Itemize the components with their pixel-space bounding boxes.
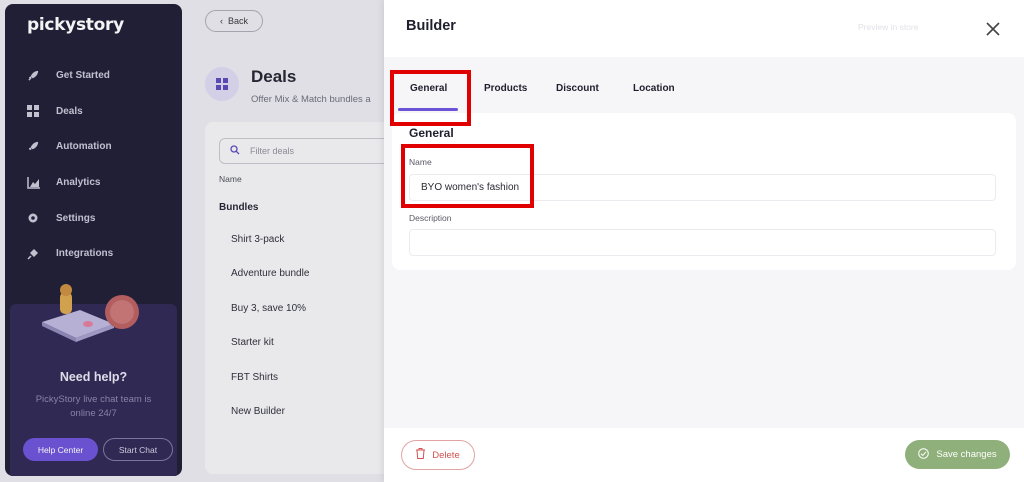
- name-label: Name: [409, 157, 432, 167]
- chart-icon: [26, 176, 40, 190]
- builder-drawer: Builder Preview in store General Product…: [384, 0, 1024, 482]
- sidebar-item-label: Integrations: [56, 248, 114, 260]
- sidebar-item-label: Get Started: [56, 70, 110, 82]
- sidebar-item-label: Automation: [56, 141, 112, 153]
- list-item[interactable]: Shirt 3-pack: [231, 222, 401, 257]
- name-input[interactable]: BYO women's fashion: [409, 174, 996, 201]
- page-subtitle: Offer Mix & Match bundles a: [251, 94, 371, 105]
- back-button[interactable]: ‹ Back: [205, 10, 263, 32]
- start-chat-button[interactable]: Start Chat: [103, 438, 173, 461]
- list-item[interactable]: Starter kit: [231, 326, 401, 361]
- tab-general[interactable]: General: [410, 83, 447, 94]
- sidebar-nav: Get Started Deals Automation Analytics S…: [5, 58, 182, 272]
- check-circle-icon: [918, 447, 930, 462]
- help-center-button[interactable]: Help Center: [23, 438, 98, 461]
- search-icon: [230, 145, 240, 157]
- section-title: General: [409, 126, 454, 140]
- sidebar-item-automation[interactable]: Automation: [5, 129, 182, 165]
- page-title: Deals: [251, 67, 297, 86]
- drawer-title: Builder: [406, 18, 456, 34]
- delete-label: Delete: [432, 449, 460, 461]
- help-panel: Need help? PickyStory live chat team is …: [10, 284, 177, 476]
- sidebar-item-label: Settings: [56, 212, 96, 224]
- list-item[interactable]: Buy 3, save 10%: [231, 291, 401, 326]
- sidebar-item-analytics[interactable]: Analytics: [5, 165, 182, 201]
- tab-products[interactable]: Products: [484, 83, 527, 94]
- rocket-icon: [26, 140, 40, 154]
- tab-discount[interactable]: Discount: [556, 83, 599, 94]
- preview-link[interactable]: Preview in store: [858, 22, 918, 32]
- sidebar-item-integrations[interactable]: Integrations: [5, 236, 182, 272]
- support-illustration: [42, 284, 139, 342]
- deals-list-card: Filter deals Name Bundles Shirt 3-pack A…: [205, 122, 409, 474]
- close-icon[interactable]: [984, 20, 1002, 38]
- column-header-name[interactable]: Name: [219, 174, 242, 184]
- save-changes-button[interactable]: Save changes: [905, 440, 1010, 469]
- help-title: Need help?: [59, 370, 128, 384]
- sidebar-item-get-started[interactable]: Get Started: [5, 58, 182, 94]
- app-logo: pickystory: [27, 15, 124, 35]
- list-item[interactable]: Adventure bundle: [231, 257, 401, 292]
- sidebar-item-settings[interactable]: Settings: [5, 200, 182, 236]
- filter-placeholder: Filter deals: [250, 146, 295, 156]
- sidebar-item-label: Deals: [56, 105, 83, 117]
- general-panel: General Name BYO women's fashion Descrip…: [392, 113, 1016, 270]
- group-header: Bundles: [219, 202, 259, 213]
- drawer-tabs: General Products Discount Location: [384, 70, 1024, 112]
- save-label: Save changes: [936, 449, 997, 460]
- gear-icon: [26, 211, 40, 225]
- deals-page-icon: [205, 67, 239, 101]
- description-label: Description: [409, 213, 452, 223]
- tab-location[interactable]: Location: [633, 83, 675, 94]
- drawer-header: Builder Preview in store: [384, 0, 1024, 57]
- description-input[interactable]: [409, 229, 996, 256]
- list-item[interactable]: FBT Shirts: [231, 360, 401, 395]
- back-label: Back: [227, 16, 248, 26]
- drawer-footer: Delete Save changes: [384, 428, 1024, 482]
- plug-icon: [26, 247, 40, 261]
- deal-list: Shirt 3-pack Adventure bundle Buy 3, sav…: [231, 222, 401, 429]
- sidebar: pickystory Get Started Deals Automation …: [5, 4, 182, 476]
- active-tab-indicator: [398, 108, 458, 111]
- filter-deals-input[interactable]: Filter deals: [219, 138, 409, 164]
- list-item[interactable]: New Builder: [231, 395, 401, 430]
- sidebar-item-label: Analytics: [56, 177, 101, 189]
- delete-button[interactable]: Delete: [401, 440, 475, 470]
- chevron-left-icon: ‹: [219, 16, 223, 26]
- sidebar-item-deals[interactable]: Deals: [5, 94, 182, 130]
- help-text: PickyStory live chat team is online 24/7: [35, 394, 152, 419]
- trash-icon: [416, 448, 426, 462]
- grid-icon: [26, 104, 40, 118]
- rocket-icon: [26, 69, 40, 83]
